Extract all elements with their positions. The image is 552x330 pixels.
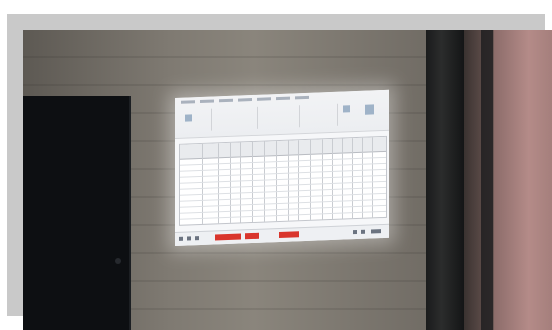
projected-screen [175, 89, 389, 246]
sort-icon [365, 104, 374, 115]
start-icon [179, 236, 183, 241]
taskbar-app-icon [187, 236, 191, 241]
sheet-header-row [180, 136, 386, 160]
ribbon-group [259, 105, 300, 129]
taskbar-app-button [279, 231, 299, 239]
taskbar-app-button [215, 233, 241, 241]
ribbon-tab [181, 100, 195, 104]
spreadsheet-ribbon [175, 89, 389, 139]
ribbon-tab [295, 95, 309, 100]
ribbon-tab [276, 96, 290, 101]
taskbar-app-button [245, 232, 259, 240]
tray-icon [353, 230, 357, 235]
ribbon-tab [219, 98, 233, 103]
find-icon [343, 105, 350, 113]
ribbon-group [213, 106, 258, 131]
taskbar-app-icon [195, 236, 199, 241]
ribbon-group [301, 103, 338, 128]
dark-pillar [426, 30, 464, 330]
frame-left-band [7, 14, 23, 316]
pink-wall [494, 30, 552, 330]
tray-icon [361, 229, 365, 234]
paste-icon [185, 114, 192, 122]
door-handle [115, 258, 121, 264]
spreadsheet-grid [179, 135, 387, 226]
ribbon-tab [238, 98, 252, 102]
dark-strip [481, 30, 493, 330]
room-photo [23, 30, 552, 330]
ribbon-tab [257, 97, 271, 101]
dark-door [23, 96, 131, 330]
ribbon-tab [200, 99, 214, 104]
clock-icon [371, 229, 381, 234]
photo-frame [0, 0, 552, 330]
